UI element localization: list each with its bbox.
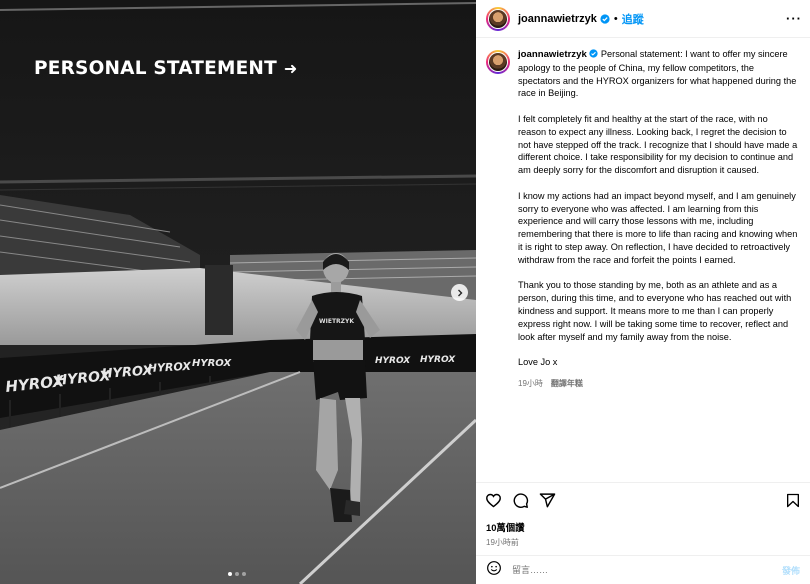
verified-badge-icon: [589, 49, 598, 58]
carousel-indicator: [228, 572, 246, 576]
post-details-panel: joannawietrzyk • 追蹤 ··· joannawietrzyk P…: [476, 0, 810, 584]
heart-icon[interactable]: [485, 492, 502, 509]
caption-username[interactable]: joannawietrzyk: [518, 49, 587, 60]
header-username[interactable]: joannawietrzyk: [518, 13, 597, 25]
verified-badge-icon: [600, 13, 610, 24]
bib-text: WIETRZYK: [319, 318, 354, 325]
emoji-icon[interactable]: [486, 560, 502, 581]
overlay-title: PERSONAL STATEMENT: [34, 58, 277, 79]
chevron-right-icon: [457, 289, 462, 296]
hyrox-banner-text: HYROX: [420, 355, 456, 365]
caption-paragraph: I felt completely fit and healthy at the…: [518, 113, 798, 176]
caption-text: joannawietrzyk Personal statement: I wan…: [518, 48, 798, 391]
arrow-right-icon: ➜: [283, 59, 298, 78]
posted-time: 19小時前: [486, 538, 519, 547]
caption-paragraph: Love Jo x: [518, 357, 558, 368]
hyrox-banner-text: HYROX: [375, 356, 411, 366]
race-photo: HYROX HYROX HYROX HYROX HYROX HYROX HYRO…: [0, 0, 476, 584]
share-icon[interactable]: [539, 492, 556, 509]
post-actions-section: 10萬個讚 19小時前: [476, 482, 810, 548]
more-options-icon[interactable]: ···: [786, 11, 802, 26]
follow-button[interactable]: 追蹤: [622, 11, 644, 27]
caption-time: 19小時: [518, 378, 543, 388]
comment-input[interactable]: [512, 565, 782, 575]
action-bar: [476, 483, 810, 517]
avatar[interactable]: [486, 6, 510, 31]
see-translation-link[interactable]: 翻譯年糕: [551, 378, 583, 391]
caption-meta: 19小時 翻譯年糕: [518, 378, 798, 391]
caption-paragraph: Thank you to those standing by me, both …: [518, 280, 792, 342]
avatar[interactable]: [486, 50, 510, 74]
caption: joannawietrzyk Personal statement: I wan…: [486, 48, 800, 391]
post-image: HYROX HYROX HYROX HYROX HYROX HYROX HYRO…: [0, 0, 476, 584]
post-comment-button[interactable]: 發佈: [782, 564, 800, 577]
hyrox-banner-text: HYROX: [192, 358, 232, 369]
caption-area: joannawietrzyk Personal statement: I wan…: [476, 38, 810, 482]
personal-statement-overlay: PERSONAL STATEMENT ➜: [34, 58, 298, 79]
hyrox-banner-text: HYROX: [147, 360, 191, 375]
comment-bar: 發佈: [476, 555, 810, 584]
like-count[interactable]: 10萬個讚: [476, 517, 810, 534]
comment-icon[interactable]: [512, 492, 529, 509]
carousel-dot: [242, 572, 246, 576]
carousel-dot: [235, 572, 239, 576]
caption-paragraph: I know my actions had an impact beyond m…: [518, 190, 798, 265]
post-header: joannawietrzyk • 追蹤 ···: [476, 0, 810, 38]
bookmark-icon[interactable]: [785, 492, 801, 509]
carousel-dot: [228, 572, 232, 576]
separator-dot: •: [613, 12, 618, 25]
carousel-next-button[interactable]: [451, 284, 468, 301]
